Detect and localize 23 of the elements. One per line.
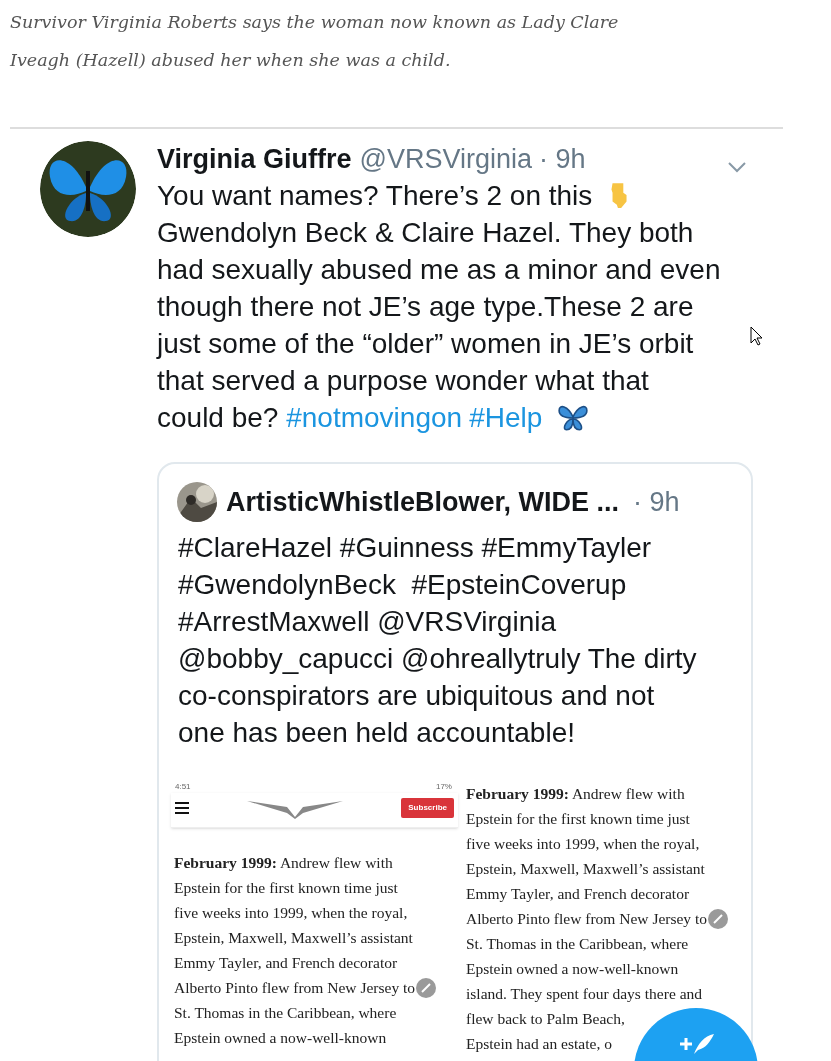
quoted-user-name[interactable]: ArtisticWhistleBlower, WIDE ... [226,482,620,523]
article-paragraph: flew back to Palm Beach, Epstein had an estate, o [466,1008,625,1054]
pencil-icon[interactable] [416,977,437,998]
image-caption: Survivor Virginia Roberts says the woman now known as Lady Clare Iveagh (Hazell) abused her when she was a child. [9,11,620,72]
quoted-tweet-time: · 9h [633,486,680,519]
tweet-time: · 9h [539,143,586,176]
mouse-pointer-icon [750,326,764,346]
user-handle: @VRSVirginia [359,143,533,176]
chevron-down-icon[interactable] [727,161,747,173]
compose-quill-icon [678,1032,714,1056]
article-paragraph: February 1999: Andrew flew with Epstein for the first known time just five weeks into 1999, when the royal, Epstein, Maxwell, Maxwell’s assistant Emmy Tayler, and French decorator Alberto Pinto flew from New Jersey to St. Thomas in the Caribbean, where Epstein owned a now-well-known [173,852,416,1048]
user-name[interactable]: Virginia Giuffre [157,141,352,177]
hashtag-link[interactable]: #Help [469,402,543,433]
menu-icon[interactable] [175,801,189,814]
status-clock: 4:51 [175,780,191,793]
hashtag-link[interactable]: #notmovingon [286,402,463,433]
butterfly-icon [557,404,590,432]
pencil-icon[interactable] [708,908,729,929]
quoted-tweet-text: #ClareHazel #Guinness #EmmyTayler #GwendolynBeck #EpsteinCoverup #ArrestMaxwell @VRSVirginia @bobby_capucci @ohreallytruly The dirty co-conspirators are ubiquitous and not one has been held accountable! [177,530,698,750]
quoted-tweet-card[interactable] [157,462,753,1061]
tweet-text: You want names? There’s 2 on this Gwendolyn Beck & Claire Hazel. They both had sexually abused me as a minor and even though there not JE’s age type.These 2 are just some of the “older” women in JE’s orbit that served a purpose wonder what that could be? #notmovingon #Help [157,179,721,435]
status-battery: 17% [435,780,452,793]
subscribe-button[interactable]: Subscribe [401,797,454,818]
